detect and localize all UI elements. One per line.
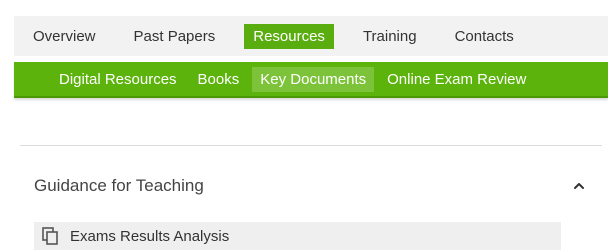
nav-item-past-papers[interactable]: Past Papers	[125, 24, 225, 49]
sub-nav-item-books[interactable]: Books	[190, 67, 248, 92]
nav-item-contacts[interactable]: Contacts	[446, 24, 523, 49]
sub-nav-item-digital-resources[interactable]: Digital Resources	[55, 67, 185, 92]
sub-nav: Digital Resources Books Key Documents On…	[14, 62, 608, 98]
page: Overview Past Papers Resources Training …	[0, 0, 608, 250]
sub-nav-item-key-documents[interactable]: Key Documents	[252, 66, 375, 92]
sub-nav-item-online-exam-review[interactable]: Online Exam Review	[379, 67, 534, 92]
nav-item-resources[interactable]: Resources	[244, 23, 334, 49]
section-divider	[20, 145, 602, 146]
accordion-title: Guidance for Teaching	[34, 176, 204, 195]
accordion-header[interactable]: Guidance for Teaching	[34, 172, 586, 200]
chevron-up-icon[interactable]	[572, 179, 586, 193]
nav-item-overview[interactable]: Overview	[24, 24, 105, 49]
copy-icon	[42, 227, 58, 245]
nav-item-training[interactable]: Training	[354, 24, 426, 49]
document-label: Exams Results Analysis	[70, 227, 230, 245]
main-nav: Overview Past Papers Resources Training …	[14, 16, 608, 56]
document-item[interactable]: Exams Results Analysis	[34, 222, 561, 250]
